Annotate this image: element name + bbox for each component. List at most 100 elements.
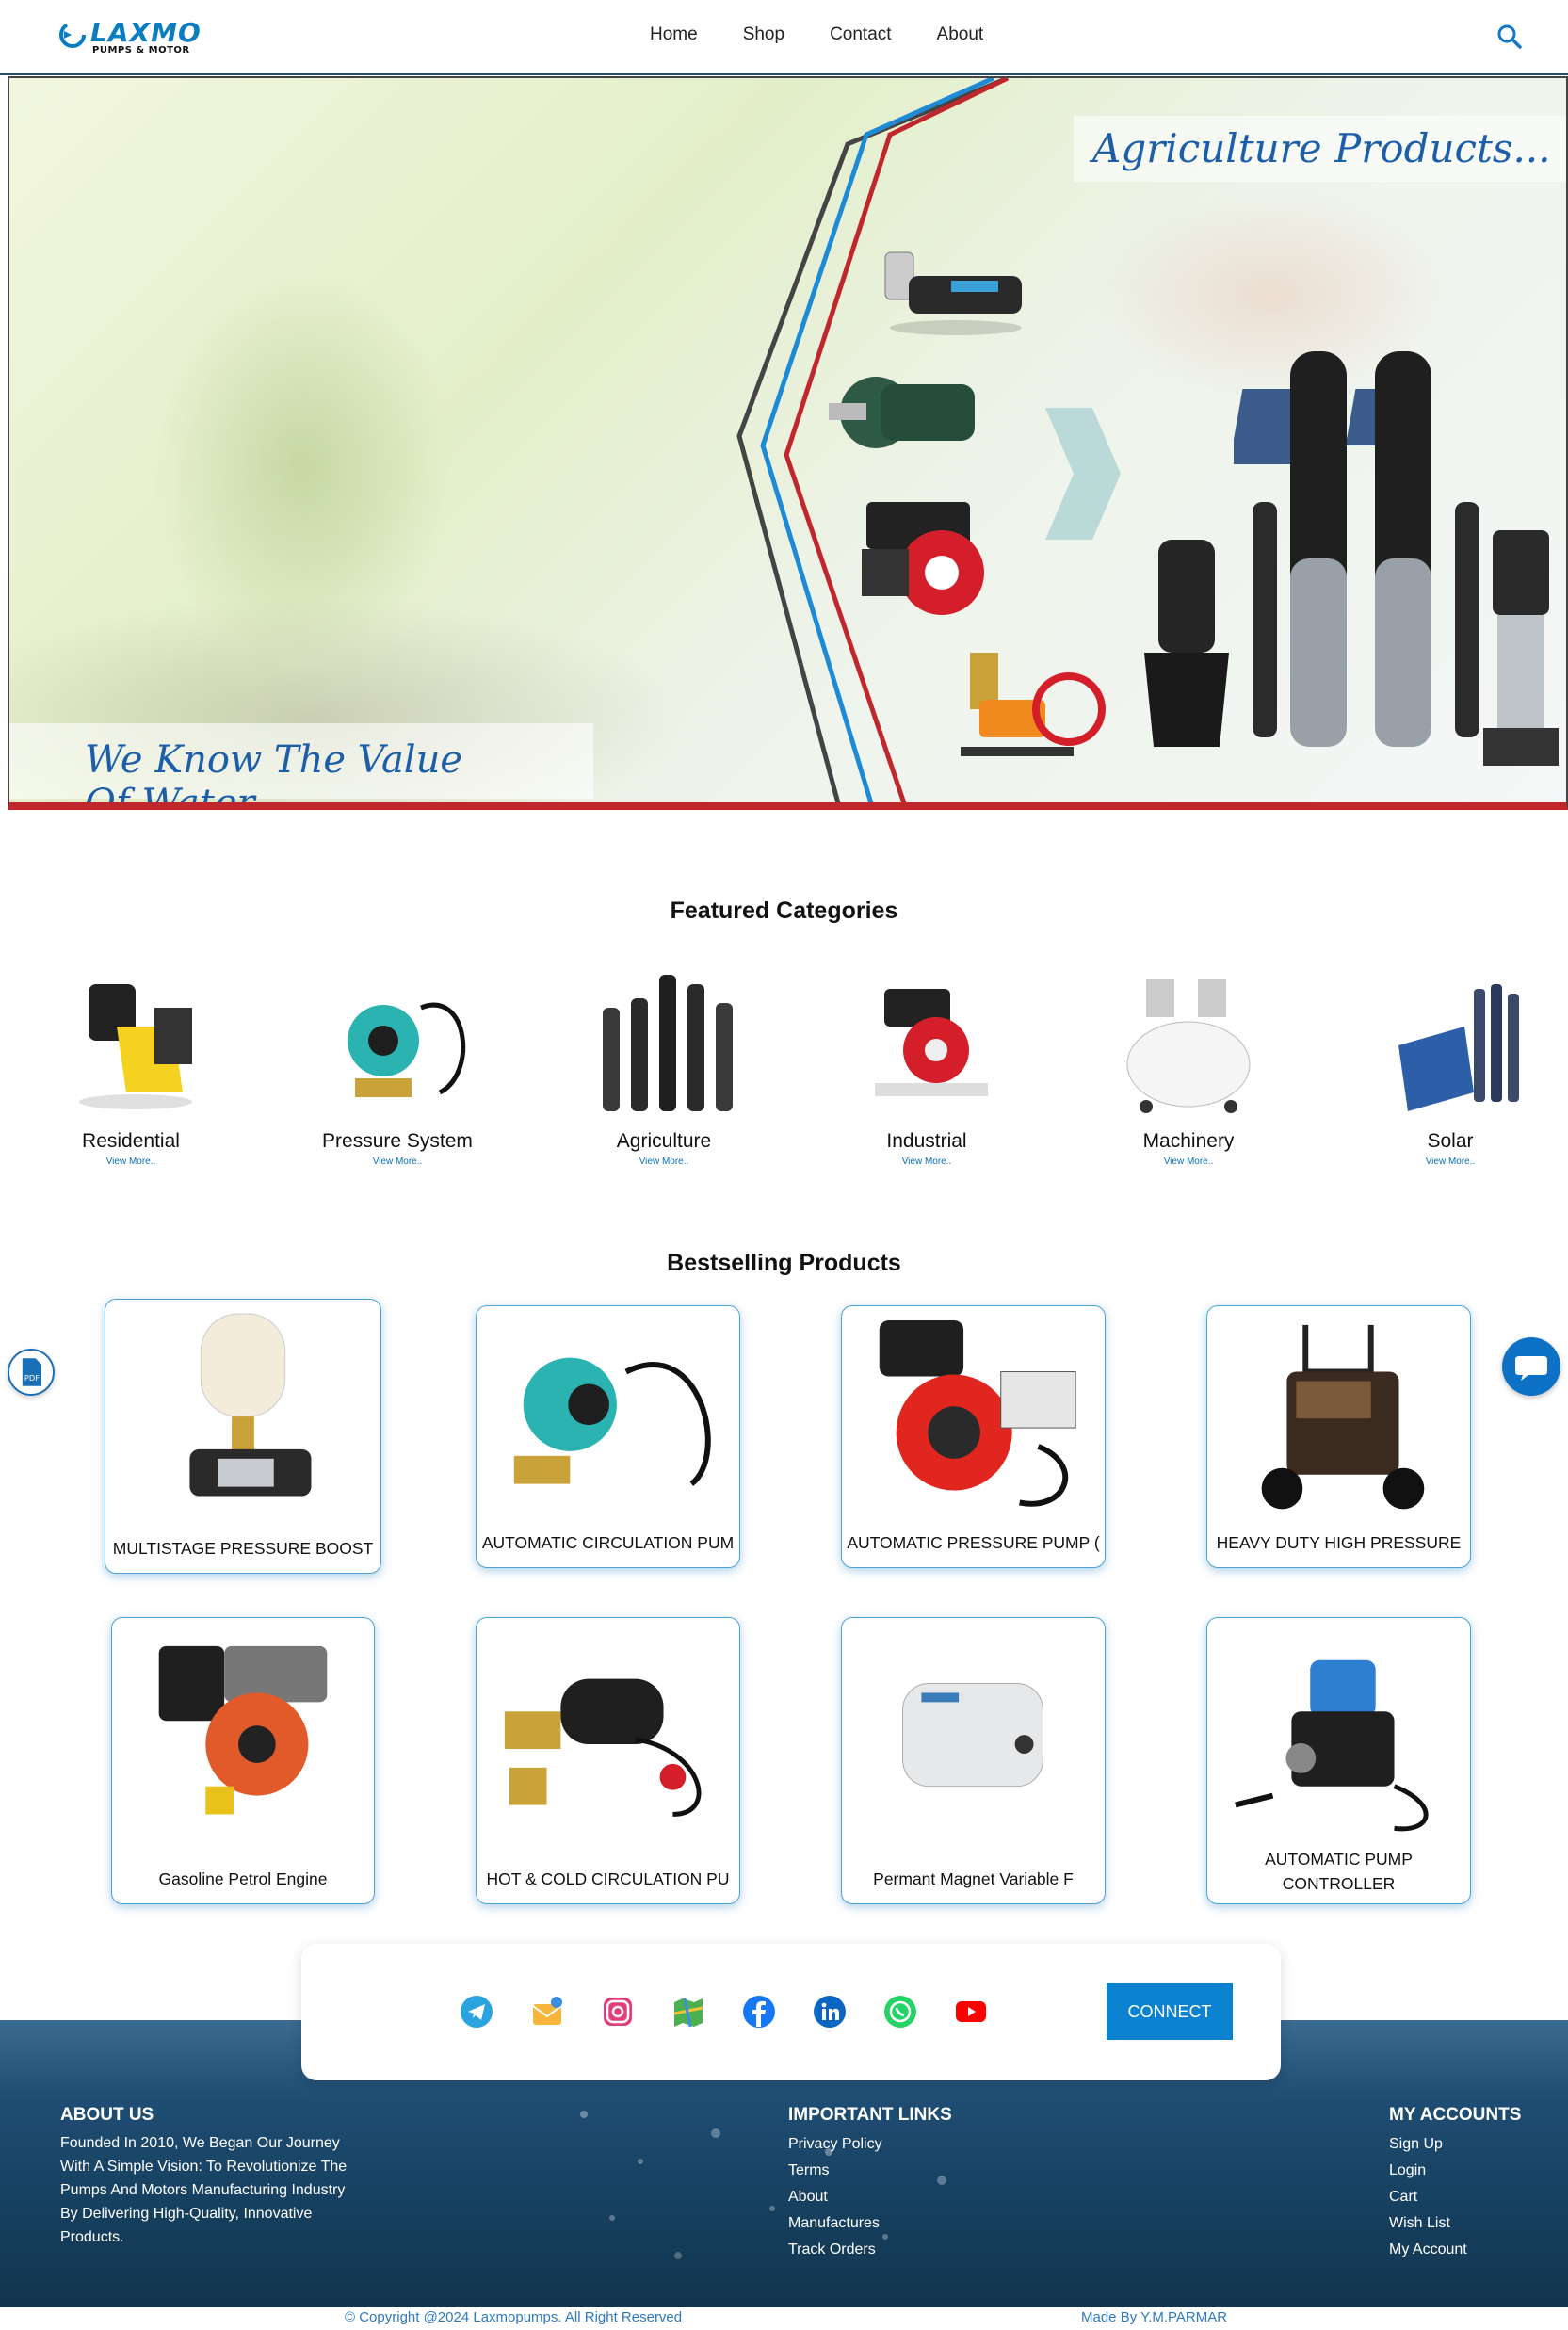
category-residential[interactable]: Residential View More.. [27,970,234,1167]
product-image [879,1319,1076,1507]
copyright-text: © Copyright @2024 Laxmopumps. All Right … [345,2309,683,2325]
footer-link-manufactures[interactable]: Manufactures [788,2210,952,2237]
nav-home[interactable]: Home [650,24,698,45]
brand-logo[interactable]: LAXMO PUMPS & MOTOR [58,17,201,58]
category-industrial[interactable]: Industrial View More.. [823,970,1030,1167]
footer-about-text: Founded In 2010, We Began Our Journey Wi… [60,2135,348,2245]
product-card[interactable]: MULTISTAGE PRESSURE BOOST [105,1299,381,1574]
footer-link-track-orders[interactable]: Track Orders [788,2237,952,2263]
product-image [1235,1659,1429,1832]
footer-link-cart[interactable]: Cart [1389,2184,1521,2210]
brand-name: LAXMO [90,17,202,48]
linkedin-icon[interactable] [813,1995,847,2029]
connect-button[interactable]: CONNECT [1107,1983,1233,2040]
site-header: LAXMO PUMPS & MOTOR Home Shop Contact Ab… [0,0,1568,75]
footer-important-links: IMPORTANT LINKS Privacy Policy Terms Abo… [788,2105,952,2263]
sewage-pump-image [1144,540,1229,747]
category-solar[interactable]: Solar View More.. [1347,970,1554,1167]
engine-image [862,502,984,615]
view-more-link[interactable]: View More.. [560,1157,768,1167]
product-card[interactable]: AUTOMATIC PUMP CONTROLLER [1206,1617,1471,1904]
product-image [1261,1324,1425,1510]
vertical-multistage-pump-image [1483,530,1559,766]
main-nav: Home Shop Contact About [650,24,983,45]
product-image [189,1313,312,1497]
category-label: Agriculture [616,1130,712,1152]
product-card[interactable]: HEAVY DUTY HIGH PRESSURE [1206,1305,1471,1568]
logo-mark-icon [59,22,86,48]
openwell-pump-image [884,251,1022,335]
footer-my-accounts: MY ACCOUNTS Sign Up Login Cart Wish List… [1389,2105,1521,2263]
email-icon[interactable] [530,1995,564,2029]
category-label: Pressure System [322,1130,473,1152]
copyright-bar [0,2307,1568,2330]
product-name: MULTISTAGE PRESSURE BOOST [112,1539,374,1558]
product-name: AUTOMATIC PUMP CONTROLLER [1265,1850,1413,1893]
footer-link-privacy-policy[interactable]: Privacy Policy [788,2131,952,2158]
view-more-link[interactable]: View More.. [294,1157,501,1167]
svg-text:PDF: PDF [24,1373,40,1383]
footer-link-login[interactable]: Login [1389,2158,1521,2184]
category-label: Solar [1427,1130,1474,1152]
product-card[interactable]: Permant Magnet Variable F [841,1617,1106,1904]
product-image [513,1357,711,1486]
monoblock-pump-image [829,377,975,448]
product-card[interactable]: AUTOMATIC CIRCULATION PUM [476,1305,740,1568]
nav-about[interactable]: About [937,24,984,45]
telegram-icon[interactable] [460,1995,493,2029]
agriculture-pump-image [603,975,733,1111]
product-image [158,1645,328,1815]
pdf-icon: PDF [22,1358,42,1386]
product-name: Permant Magnet Variable F [873,1869,1074,1888]
product-card[interactable]: Gasoline Petrol Engine [111,1617,375,1904]
air-compressor-image [1126,979,1251,1113]
industrial-engine-image [875,989,988,1096]
footer-link-my-account[interactable]: My Account [1389,2237,1521,2263]
view-more-link[interactable]: View More.. [1085,1157,1292,1167]
category-label: Residential [82,1130,180,1152]
facebook-icon[interactable] [742,1995,776,2029]
product-name: HOT & COLD CIRCULATION PU [486,1869,730,1888]
made-by-text: Made By Y.M.PARMAR [1081,2309,1228,2325]
footer-link-wish-list[interactable]: Wish List [1389,2210,1521,2237]
pressure-system-image [348,1002,466,1097]
footer-about: ABOUT US Founded In 2010, We Began Our J… [60,2105,362,2249]
footer-link-about[interactable]: About [788,2184,952,2210]
social-connect-box: CONNECT [301,1944,1281,2080]
featured-categories-title: Featured Categories [670,898,898,924]
youtube-icon[interactable] [954,1995,988,2029]
product-name: HEAVY DUTY HIGH PRESSURE [1216,1533,1462,1552]
chat-icon [1515,1356,1547,1381]
product-image [504,1678,702,1817]
footer-accounts-title: MY ACCOUNTS [1389,2105,1522,2125]
product-card[interactable]: HOT & COLD CIRCULATION PU [476,1617,740,1904]
nav-shop[interactable]: Shop [743,24,784,45]
solar-pump-image [1398,984,1519,1111]
product-card[interactable]: AUTOMATIC PRESSURE PUMP ( [841,1305,1106,1568]
chat-button[interactable] [1502,1337,1560,1396]
category-label: Machinery [1142,1130,1235,1152]
product-name: AUTOMATIC PRESSURE PUMP ( [847,1533,1100,1552]
product-image [902,1683,1043,1788]
brand-subtitle: PUMPS & MOTOR [92,45,190,56]
nav-contact[interactable]: Contact [830,24,891,45]
hero-tagline: We Know The Value Of Water [9,723,593,802]
map-icon[interactable] [671,1995,705,2029]
whatsapp-icon[interactable] [883,1995,917,2029]
footer-link-terms[interactable]: Terms [788,2158,952,2184]
category-agriculture[interactable]: Agriculture View More.. [560,970,768,1167]
hero-banner[interactable]: Agriculture Products... We Know The Valu… [8,76,1568,810]
category-machinery[interactable]: Machinery View More.. [1085,970,1292,1167]
view-more-link[interactable]: View More.. [27,1157,234,1167]
pdf-catalog-button[interactable]: PDF [8,1349,55,1396]
footer-link-sign-up[interactable]: Sign Up [1389,2131,1521,2158]
residential-pump-image [79,984,192,1109]
sprayer-pump-image [961,653,1106,756]
category-pressure-system[interactable]: Pressure System View More.. [294,970,501,1167]
bestselling-products-title: Bestselling Products [667,1250,901,1276]
view-more-link[interactable]: View More.. [1347,1157,1554,1167]
instagram-icon[interactable] [601,1995,635,2029]
view-more-link[interactable]: View More.. [823,1157,1030,1167]
footer-about-title: ABOUT US [60,2105,154,2125]
search-icon[interactable] [1495,23,1524,51]
